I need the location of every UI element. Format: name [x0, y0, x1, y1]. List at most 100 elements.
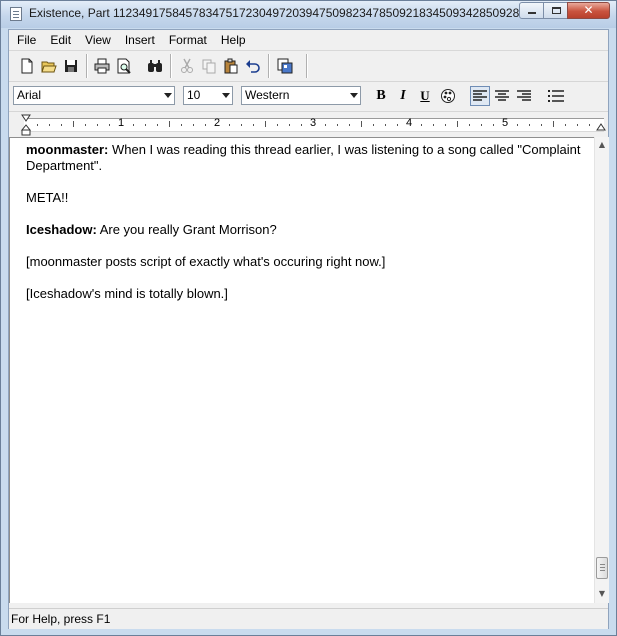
open-button[interactable]: [39, 56, 59, 76]
open-icon: [41, 61, 57, 73]
align-right-icon: [517, 90, 531, 101]
ruler-mark: [301, 124, 302, 126]
close-icon: ✕: [583, 3, 594, 17]
ruler-mark: [253, 124, 254, 126]
bold-button[interactable]: B: [371, 86, 391, 106]
bullets-button[interactable]: [546, 86, 566, 106]
ruler-number: 1: [118, 117, 125, 129]
close-button[interactable]: ✕: [567, 2, 610, 19]
right-indent-marker-icon[interactable]: [596, 123, 606, 132]
ruler-mark: [73, 121, 74, 127]
undo-icon: [246, 60, 260, 73]
ruler-mark: [229, 124, 230, 126]
font-size-value: 10: [187, 88, 201, 102]
scroll-thumb[interactable]: [596, 557, 608, 579]
ruler[interactable]: 1 2 3 4 5: [9, 112, 608, 136]
ruler-mark: [445, 124, 446, 126]
copy-button[interactable]: [199, 56, 219, 76]
menu-help[interactable]: Help: [215, 31, 252, 49]
find-button[interactable]: [145, 56, 165, 76]
cut-button[interactable]: [177, 56, 197, 76]
indent-marker-icon[interactable]: [21, 114, 31, 136]
client-area: File Edit View Insert Format Help Arial …: [8, 29, 609, 629]
menu-insert[interactable]: Insert: [119, 31, 161, 49]
print-preview-button[interactable]: [114, 56, 134, 76]
ruler-mark: [109, 124, 110, 126]
ruler-mark: [133, 124, 134, 126]
toolbar-separator: [170, 54, 171, 78]
print-preview-icon: [117, 58, 131, 74]
underline-button[interactable]: U: [415, 86, 435, 106]
ruler-mark: [457, 121, 458, 127]
scroll-up-button[interactable]: ▲: [595, 137, 609, 153]
caption-buttons: ✕: [519, 2, 610, 20]
align-right-button[interactable]: [514, 86, 534, 106]
ruler-number: 2: [214, 117, 221, 129]
vertical-scrollbar[interactable]: ▲ ▼: [594, 137, 609, 603]
font-name-select[interactable]: Arial: [13, 86, 175, 105]
ruler-mark: [541, 124, 542, 126]
ruler-mark: [265, 121, 266, 127]
ruler-mark: [553, 121, 554, 127]
speaker-name: moonmaster:: [26, 142, 109, 157]
italic-button[interactable]: I: [393, 86, 413, 106]
undo-button[interactable]: [243, 56, 263, 76]
window-title: Existence, Part 112349175845783475172304…: [29, 6, 519, 20]
script-select[interactable]: Western: [241, 86, 361, 105]
ruler-mark: [373, 124, 374, 126]
align-center-icon: [495, 90, 509, 101]
color-button[interactable]: [438, 86, 458, 106]
ruler-mark: [205, 124, 206, 126]
paragraph: Iceshadow: Are you really Grant Morrison…: [26, 222, 588, 238]
ruler-mark: [517, 124, 518, 126]
new-button[interactable]: [17, 56, 37, 76]
ruler-mark: [469, 124, 470, 126]
print-icon: [94, 58, 110, 74]
script-value: Western: [245, 88, 290, 102]
ruler-number: 4: [406, 117, 413, 129]
insert-object-button[interactable]: [275, 56, 295, 76]
ruler-number: 5: [502, 117, 509, 129]
toolbar-separator: [86, 54, 87, 78]
document-area[interactable]: moonmaster: When I was reading this thre…: [9, 137, 594, 603]
ruler-mark: [61, 124, 62, 126]
title-bar[interactable]: Existence, Part 112349175845783475172304…: [1, 1, 616, 28]
paragraph: [Iceshadow's mind is totally blown.]: [26, 286, 588, 302]
status-bar: For Help, press F1: [9, 608, 608, 629]
save-button[interactable]: [61, 56, 81, 76]
format-bar: Arial 10 Western B I U: [9, 83, 608, 112]
document-icon: [10, 7, 22, 21]
ruler-mark: [289, 124, 290, 126]
ruler-mark: [529, 124, 530, 126]
menu-edit[interactable]: Edit: [44, 31, 77, 49]
ruler-number: 3: [310, 117, 317, 129]
align-center-button[interactable]: [492, 86, 512, 106]
bullets-icon: [548, 90, 564, 102]
ruler-mark: [577, 124, 578, 126]
ruler-strip: 1 2 3 4 5: [24, 117, 604, 132]
align-left-button[interactable]: [470, 86, 490, 106]
paragraph: [moonmaster posts script of exactly what…: [26, 254, 588, 270]
ruler-mark: [37, 124, 38, 126]
paragraph-text: [Iceshadow's mind is totally blown.]: [26, 286, 228, 301]
print-button[interactable]: [92, 56, 112, 76]
minimize-icon: [528, 12, 536, 14]
menu-format[interactable]: Format: [163, 31, 213, 49]
maximize-button[interactable]: [543, 2, 568, 19]
ruler-mark: [325, 124, 326, 126]
ruler-mark: [85, 124, 86, 126]
paste-button[interactable]: [221, 56, 241, 76]
ruler-mark: [481, 124, 482, 126]
ruler-mark: [181, 124, 182, 126]
paragraph-text: When I was reading this thread earlier, …: [26, 142, 581, 173]
ruler-mark: [337, 124, 338, 126]
minimize-button[interactable]: [519, 2, 544, 19]
scroll-down-button[interactable]: ▼: [595, 586, 609, 602]
menu-view[interactable]: View: [79, 31, 117, 49]
wordpad-window: Existence, Part 112349175845783475172304…: [0, 0, 617, 636]
cut-icon: [181, 58, 193, 73]
document-text[interactable]: moonmaster: When I was reading this thre…: [26, 142, 588, 318]
font-size-select[interactable]: 10: [183, 86, 233, 105]
maximize-icon: [552, 7, 561, 14]
menu-file[interactable]: File: [11, 31, 42, 49]
